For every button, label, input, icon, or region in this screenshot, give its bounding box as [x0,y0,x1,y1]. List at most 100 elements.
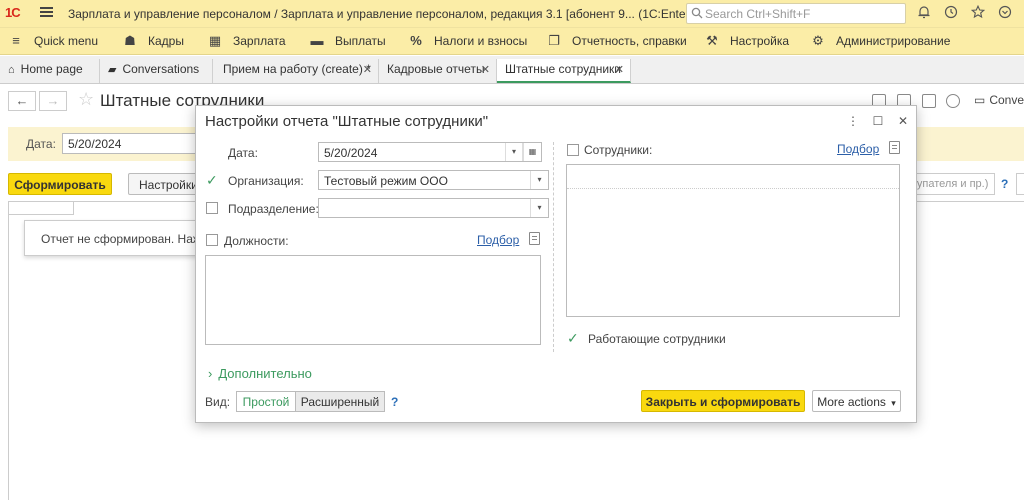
employees-checkbox[interactable] [567,144,579,156]
documents-icon: ❐ [548,33,560,48]
tab-home-page[interactable]: ⌂ Home page [0,59,100,83]
clipboard-icon[interactable] [529,232,540,245]
forward-button[interactable]: → [39,91,67,111]
menu-otchetnost[interactable]: ❐ Отчетность, справки [546,33,687,49]
search-hint-field[interactable]: купателя и пр.) [905,173,995,195]
additional-section-toggle[interactable]: › Дополнительно [208,366,312,381]
history-icon[interactable] [943,5,959,21]
division-field[interactable]: ▾ [318,198,549,218]
menu-nastroyka[interactable]: ⚒ Настройка [704,33,790,49]
help-icon[interactable]: ? [391,395,398,409]
search-icon [691,7,703,19]
tab-label: Conversations [122,62,200,76]
working-employees-label: Работающие сотрудники [588,332,726,346]
menu-nalogi[interactable]: % Налоги и взносы [408,33,528,49]
chat-icon: ▭ [974,93,986,107]
clear-dropdown-icon[interactable]: ▾ [505,143,523,161]
menu-kadry[interactable]: ☗ Кадры [122,33,184,49]
modal-date-field[interactable]: 5/20/2024 ▾ ▦ [318,142,542,162]
maximize-icon[interactable]: ☐ [871,114,885,128]
menu-administrirovanie[interactable]: ⚙ Администрирование [810,33,951,49]
menu-label: Отчетность, справки [572,34,687,48]
chevron-down-icon: ▾ [891,398,896,408]
positions-list[interactable] [205,255,541,345]
help-icon[interactable]: ? [1001,177,1008,191]
positions-pick-link[interactable]: Подбор [477,233,519,247]
more-icon[interactable] [997,5,1013,21]
menu-label: Налоги и взносы [434,34,528,48]
gear-icon: ⚙ [812,33,824,48]
calendar-icon[interactable]: ▦ [523,143,541,161]
window-title: Зарплата и управление персоналом / Зарпл… [68,7,720,21]
title-bar: 1C Зарплата и управление персоналом / За… [0,0,1024,27]
burger-icon: ≡ [12,33,20,48]
chevron-down-icon[interactable]: ▾ [530,199,548,217]
back-button[interactable]: ← [8,91,36,111]
tab-hr-reports[interactable]: Кадровые отчеты ✕ [379,59,497,83]
modal-date-value: 5/20/2024 [324,146,378,160]
tab-label: Home page [20,62,83,76]
more-actions-label: More actions [817,395,886,409]
link-icon[interactable] [946,94,960,108]
view-simple-button[interactable]: Простой [236,391,295,412]
tab-label: Кадровые отчеты [387,62,485,76]
favorites-star-icon[interactable] [970,4,986,21]
app-logo: 1C [5,5,21,20]
chevron-down-icon[interactable]: ▾ [530,171,548,189]
search-input[interactable]: Search Ctrl+Shift+F [686,3,906,24]
organization-label: Организация: [228,174,304,188]
close-icon[interactable]: ✕ [615,63,624,76]
percent-icon: % [410,33,422,48]
chevron-right-icon: › [208,366,213,381]
view-extended-button[interactable]: Расширенный [295,391,385,412]
organization-checkbox[interactable]: ✓ [206,173,218,187]
menu-quick-menu[interactable]: ≡ Quick menu [8,33,99,49]
tab-hiring[interactable]: Прием на работу (create) * ✕ [213,59,379,83]
tab-staff-employees[interactable]: Штатные сотрудники ✕ [497,59,631,83]
menu-zarplata[interactable]: ▦ Зарплата [207,33,286,49]
working-employees-checkbox[interactable]: ✓ [567,331,579,345]
generate-button[interactable]: Сформировать [8,173,112,195]
chat-icon: ▰ [108,64,117,76]
conversations-link[interactable]: ▭ Conve [974,93,1024,107]
calculator-icon: ▦ [208,33,222,48]
close-icon[interactable]: ✕ [896,114,910,128]
menu-label: Зарплата [233,34,286,48]
close-icon[interactable]: ✕ [363,63,372,76]
wrench-icon: ⚒ [706,33,718,48]
tab-conversations[interactable]: ▰ Conversations [100,59,213,83]
menu-label: Настройка [730,34,790,48]
list-row-divider [567,188,899,189]
menu-label: Quick menu [34,34,99,48]
positions-checkbox[interactable] [206,234,218,246]
close-and-generate-button[interactable]: Закрыть и сформировать [641,390,805,412]
tab-label: Штатные сотрудники [505,62,621,76]
report-status-note: Отчет не сформирован. Нажм [24,220,204,256]
favorite-star-icon[interactable]: ☆ [78,89,94,110]
column-divider [553,142,554,352]
more-actions-button[interactable]: More actions ▾ [812,390,901,412]
toolbar-button[interactable] [1016,173,1024,195]
menu-label: Выплаты [335,34,386,48]
menu-vyplaty[interactable]: ▬ Выплаты [309,34,386,49]
employees-list[interactable] [566,164,900,317]
organization-field[interactable]: Тестовый режим ООО ▾ [318,170,549,190]
menu-label: Кадры [148,34,184,48]
date-field[interactable]: 5/20/2024 [62,133,202,154]
date-label: Дата: [26,137,56,151]
people-icon: ☗ [124,33,136,48]
additional-label: Дополнительно [218,366,312,381]
dialog-title: Настройки отчета "Штатные сотрудники" [205,113,489,130]
dialog-menu-icon[interactable]: ⋮ [846,114,860,128]
employees-pick-link[interactable]: Подбор [837,142,879,156]
bell-icon[interactable] [916,5,932,21]
close-icon[interactable]: ✕ [481,63,490,76]
conversations-label: Conve [989,93,1024,107]
division-checkbox[interactable] [206,202,218,214]
main-menu-icon[interactable] [40,7,53,18]
menu-label: Администрирование [836,34,951,48]
search-placeholder: Search Ctrl+Shift+F [705,7,811,21]
preview-icon[interactable] [922,94,936,108]
clipboard-icon[interactable] [889,141,900,154]
employees-label: Сотрудники: [584,143,653,157]
